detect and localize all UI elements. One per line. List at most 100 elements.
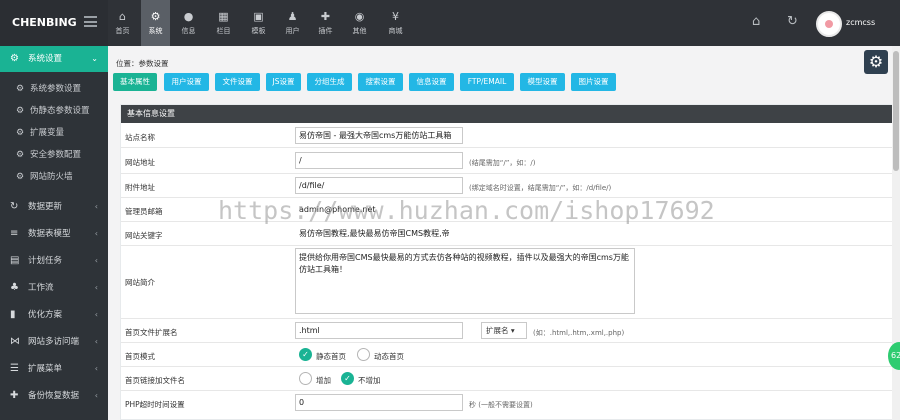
sidebar-item-label: 安全参数配置 bbox=[30, 150, 82, 160]
field-label: 首页链接加文件名 bbox=[125, 376, 185, 385]
topnav-item-plugin[interactable]: ✚ 插件 bbox=[311, 0, 340, 46]
main-content: 位置：参数设置 ⚙ 基本属性 用户设置 文件设置 JS设置 分组生成 搜索设置 … bbox=[108, 46, 900, 420]
database-icon: ≡ bbox=[10, 228, 19, 239]
radio-add-filename[interactable] bbox=[299, 372, 312, 385]
sidebar-section-label: 数据更新 bbox=[28, 202, 63, 212]
gears-icon: ⚙ bbox=[16, 106, 25, 116]
sidebar-section-system-settings[interactable]: ⚙ 系统设置 ⌄ bbox=[0, 46, 108, 72]
tab-js[interactable]: JS设置 bbox=[266, 73, 301, 91]
radio-label: 增加 bbox=[316, 376, 331, 385]
caret-down-icon: ▾ bbox=[510, 326, 515, 335]
sidebar-section-label: 工作流 bbox=[28, 283, 54, 293]
settings-gear-icon[interactable]: ⚙ bbox=[864, 50, 888, 74]
chevron-left-icon: ‹ bbox=[94, 391, 98, 400]
topnav-item-template[interactable]: ▣ 模板 bbox=[244, 0, 273, 46]
php-timeout-input[interactable]: 0 bbox=[295, 394, 463, 411]
scrollbar-thumb[interactable] bbox=[893, 51, 899, 171]
home-icon[interactable]: ⌂ bbox=[752, 14, 760, 29]
sidebar-section-table-model[interactable]: ≡ 数据表模型 ‹ bbox=[0, 221, 108, 247]
radio-label: 静态首页 bbox=[316, 352, 346, 361]
form-row-keywords: 网站关键字 易仿帝国教程,最快最易仿帝国CMS教程,帝 bbox=[121, 222, 894, 246]
share-icon: ⋈ bbox=[10, 336, 20, 347]
site-name-input[interactable]: 易仿帝国 - 最强大帝国cms万能仿站工具箱 bbox=[295, 127, 463, 144]
tab-ftp-email[interactable]: FTP/EMAIL bbox=[460, 73, 514, 91]
sidebar-item-security[interactable]: ⚙ 安全参数配置 bbox=[0, 144, 108, 166]
sidebar-item-rewrite-params[interactable]: ⚙ 伪静态参数设置 bbox=[0, 100, 108, 122]
settings-panel: 基本信息设置 站点名称 易仿帝国 - 最强大帝国cms万能仿站工具箱 网站地址 … bbox=[120, 104, 894, 420]
field-hint: 秒 (一般不需要设置) bbox=[469, 401, 533, 409]
sidebar-section-label: 优化方案 bbox=[28, 310, 63, 320]
topnav-item-other[interactable]: ◉ 其他 bbox=[345, 0, 374, 46]
github-icon: ◉ bbox=[354, 10, 365, 23]
radio-dynamic-index[interactable] bbox=[357, 348, 370, 361]
sidebar-section-label: 扩展菜单 bbox=[28, 364, 63, 374]
sidebar-section-data-update[interactable]: ↻ 数据更新 ‹ bbox=[0, 194, 108, 220]
puzzle-icon: ✚ bbox=[320, 10, 331, 23]
site-url-input[interactable]: / bbox=[295, 152, 463, 169]
menu-toggle-icon[interactable] bbox=[84, 16, 97, 27]
watermark-text: https://www.huzhan.com/ishop17692 bbox=[218, 196, 715, 225]
sidebar-section-workflow[interactable]: ♣ 工作流 ‹ bbox=[0, 275, 108, 301]
topnav-item-column[interactable]: ▦ 栏目 bbox=[209, 0, 238, 46]
description-textarea[interactable]: 提供给你用帝国CMS最快最易的方式去仿各种站的视频教程，插件以及最强大的帝国cm… bbox=[295, 248, 635, 314]
gears-icon: ⚙ bbox=[16, 84, 25, 94]
chevron-left-icon: ‹ bbox=[94, 229, 98, 238]
home-icon: ⌂ bbox=[119, 10, 126, 23]
topnav-label: 首页 bbox=[115, 27, 130, 35]
yen-icon: ¥ bbox=[392, 10, 399, 23]
tab-image[interactable]: 图片设置 bbox=[571, 73, 616, 91]
username[interactable]: zcmcss bbox=[846, 18, 875, 27]
tab-user[interactable]: 用户设置 bbox=[164, 73, 209, 91]
sidebar-section-optimize[interactable]: ▮ 优化方案 ‹ bbox=[0, 302, 108, 328]
chevron-left-icon: ‹ bbox=[94, 310, 98, 319]
tab-info[interactable]: 信息设置 bbox=[409, 73, 454, 91]
avatar[interactable] bbox=[816, 11, 842, 37]
tab-basic[interactable]: 基本属性 bbox=[113, 73, 157, 91]
chevron-left-icon: ‹ bbox=[94, 256, 98, 265]
globe-icon: ● bbox=[183, 10, 194, 23]
gears-icon: ⚙ bbox=[16, 128, 25, 138]
field-label: 网站关键字 bbox=[125, 231, 163, 240]
sidebar-item-ext-vars[interactable]: ⚙ 扩展变量 bbox=[0, 122, 108, 144]
form-row-index-link: 首页链接加文件名 增加 ✓ 不增加 bbox=[121, 367, 894, 391]
gears-icon: ⚙ bbox=[16, 172, 25, 182]
keywords-input[interactable]: 易仿帝国教程,最快最易仿帝国CMS教程,帝 bbox=[295, 225, 463, 242]
refresh-icon: ↻ bbox=[10, 201, 19, 212]
user-icon: ♟ bbox=[287, 10, 298, 23]
radio-static-index[interactable]: ✓ bbox=[299, 348, 312, 361]
sidebar-section-label: 数据表模型 bbox=[28, 229, 71, 239]
topnav-item-home[interactable]: ⌂ 首页 bbox=[108, 0, 137, 46]
sidebar-section-label: 备份恢复数据 bbox=[28, 391, 80, 401]
sidebar-item-firewall[interactable]: ⚙ 网站防火墙 bbox=[0, 166, 108, 188]
sidebar-section-multi-access[interactable]: ⋈ 网站多访问端 ‹ bbox=[0, 329, 108, 355]
sidebar-section-label: 系统设置 bbox=[28, 54, 63, 64]
tab-model[interactable]: 模型设置 bbox=[520, 73, 565, 91]
sidebar-item-system-params[interactable]: ⚙ 系统参数设置 bbox=[0, 78, 108, 100]
topnav-item-system[interactable]: ⚙ 系统 bbox=[141, 0, 170, 46]
sidebar-item-label: 系统参数设置 bbox=[30, 84, 82, 94]
form-row-site-url: 网站地址 / (结尾需加“/”，如：/) bbox=[121, 148, 894, 174]
tab-search[interactable]: 搜索设置 bbox=[358, 73, 403, 91]
topnav-label: 模板 bbox=[251, 27, 266, 35]
html5-icon: ▣ bbox=[253, 10, 264, 23]
topnav-item-info[interactable]: ● 信息 bbox=[174, 0, 203, 46]
topnav-item-shop[interactable]: ¥ 商城 bbox=[381, 0, 410, 46]
index-ext-input[interactable]: .html bbox=[295, 322, 463, 339]
field-label: 网站地址 bbox=[125, 158, 155, 167]
sidebar: ⚙ 系统设置 ⌄ ⚙ 系统参数设置 ⚙ 伪静态参数设置 ⚙ 扩展变量 ⚙ 安全参数配置 … bbox=[0, 46, 108, 420]
gears-icon: ⚙ bbox=[16, 150, 25, 160]
refresh-icon[interactable]: ↻ bbox=[787, 14, 798, 29]
sidebar-section-ext-menu[interactable]: ☰ 扩展菜单 ‹ bbox=[0, 356, 108, 382]
attach-url-input[interactable]: /d/file/ bbox=[295, 177, 463, 194]
tab-file[interactable]: 文件设置 bbox=[215, 73, 260, 91]
sidebar-section-backup[interactable]: ✚ 备份恢复数据 ‹ bbox=[0, 383, 108, 409]
field-hint: (如：.html,.htm,.xml,.php) bbox=[533, 329, 625, 337]
ext-select[interactable]: 扩展名 ▾ bbox=[481, 322, 527, 339]
radio-no-filename[interactable]: ✓ bbox=[341, 372, 354, 385]
sidebar-section-label: 计划任务 bbox=[28, 256, 63, 266]
flow-icon: ♣ bbox=[10, 282, 19, 293]
topnav-item-user[interactable]: ♟ 用户 bbox=[278, 0, 307, 46]
field-label: 附件地址 bbox=[125, 183, 155, 192]
tab-group-gen[interactable]: 分组生成 bbox=[307, 73, 352, 91]
sidebar-section-cron[interactable]: ▤ 计划任务 ‹ bbox=[0, 248, 108, 274]
